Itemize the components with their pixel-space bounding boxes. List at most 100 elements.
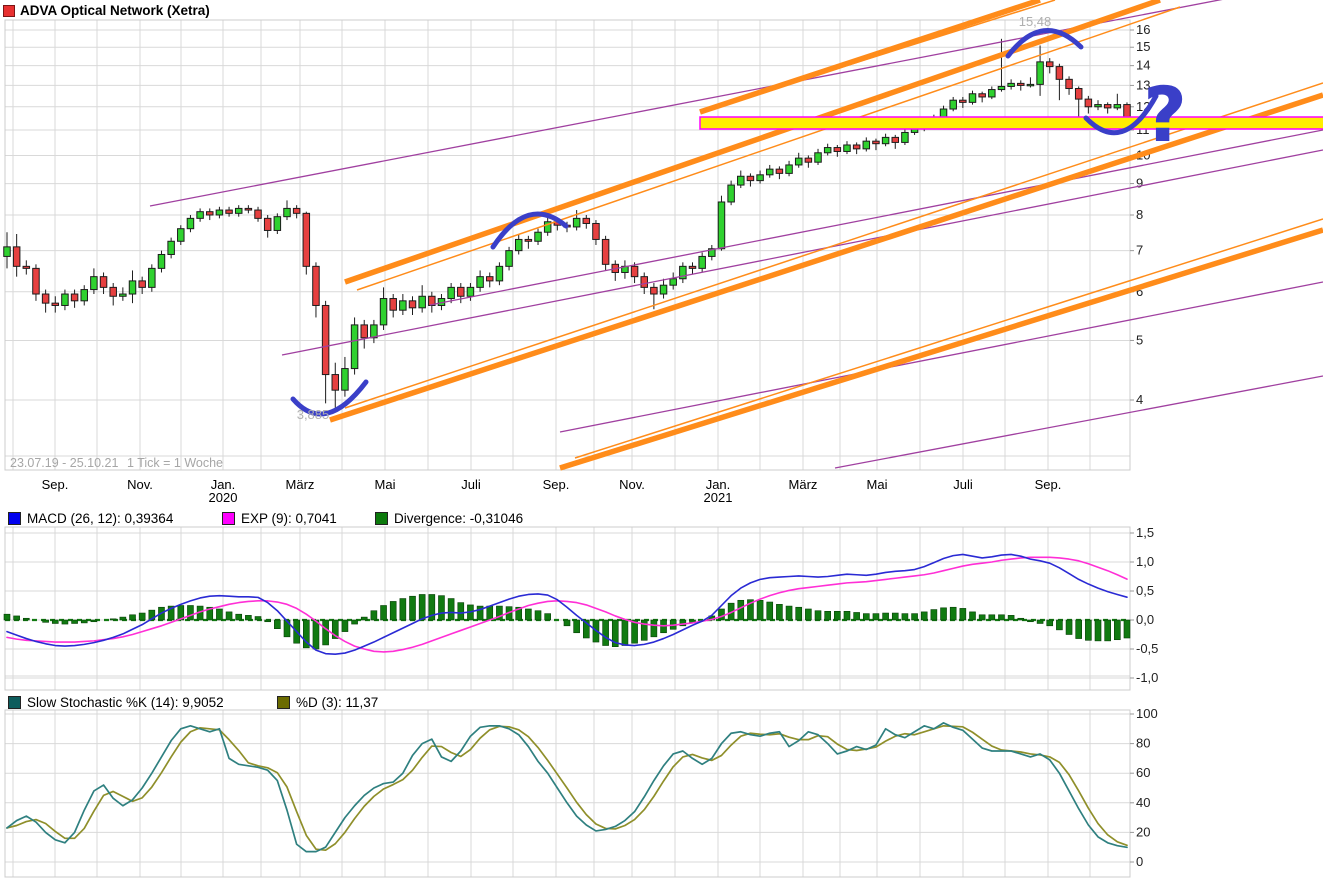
candlestick xyxy=(187,218,194,228)
divergence-bar xyxy=(4,614,10,620)
candlestick xyxy=(33,268,40,294)
macd-value-label: MACD (26, 12): 0,39364 xyxy=(27,511,173,526)
price-axis-label: 9 xyxy=(1136,176,1143,191)
candlestick xyxy=(52,303,59,305)
candlestick xyxy=(631,266,638,276)
candlestick xyxy=(805,158,812,162)
candlestick xyxy=(998,86,1005,89)
candlestick xyxy=(448,287,455,298)
divergence-bar xyxy=(323,620,329,645)
divergence-bar xyxy=(216,609,222,620)
divergence-bar xyxy=(1124,620,1130,638)
divergence-bar xyxy=(130,615,136,620)
stochastic-d-line xyxy=(7,726,1127,850)
macd-axis-label: 1,0 xyxy=(1136,554,1154,569)
candlestick xyxy=(110,287,117,296)
candlestick xyxy=(255,210,262,218)
divergence-bar xyxy=(825,611,831,620)
candlestick xyxy=(602,239,609,264)
divergence-bar xyxy=(525,609,531,620)
price-axis-label: 4 xyxy=(1136,392,1143,407)
x-axis-month-label: Nov. xyxy=(127,477,153,492)
divergence-bar xyxy=(274,620,280,629)
divergence-bar xyxy=(998,615,1004,620)
candlestick xyxy=(332,375,339,391)
orange-trendline-thick xyxy=(560,230,1323,468)
candlestick xyxy=(235,208,242,213)
candlestick xyxy=(120,294,127,296)
purple-trendline xyxy=(835,376,1323,468)
divergence-bar xyxy=(265,620,271,622)
candlestick xyxy=(1046,62,1053,67)
divergence-bar xyxy=(931,610,937,620)
chart-canvas[interactable]: 161514131211109876541,51,00,50,0-0,5-1,0… xyxy=(0,0,1323,890)
divergence-bar xyxy=(62,620,68,624)
stochastic-k-value-label: Slow Stochastic %K (14): 9,9052 xyxy=(27,695,224,710)
exp-legend-item[interactable]: EXP (9): 0,7041 xyxy=(222,511,337,526)
divergence-bar xyxy=(767,602,773,620)
divergence-bar xyxy=(419,594,425,620)
divergence-bar xyxy=(458,603,464,620)
price-axis-label: 15 xyxy=(1136,39,1150,54)
divergence-bar xyxy=(863,614,869,620)
orange-trendline-thin xyxy=(357,7,1180,290)
divergence-bar xyxy=(400,599,406,620)
candlestick xyxy=(467,287,474,296)
divergence-bar xyxy=(1085,620,1091,640)
candlestick xyxy=(583,218,590,223)
candlestick xyxy=(1095,105,1102,107)
candlestick xyxy=(882,137,889,143)
divergence-bar xyxy=(970,612,976,620)
date-range-label: 23.07.19 - 25.10.21 xyxy=(10,456,118,470)
divergence-bar xyxy=(255,617,261,620)
exp-value-label: EXP (9): 0,7041 xyxy=(241,511,337,526)
stochastic-axis-label: 40 xyxy=(1136,795,1150,810)
candlestick xyxy=(892,137,899,142)
macd-axis-label: -1,0 xyxy=(1136,670,1158,685)
candlestick xyxy=(1075,89,1082,100)
divergence-bar xyxy=(757,600,763,620)
divergence-bar xyxy=(1027,620,1033,622)
candlestick xyxy=(477,277,484,288)
stochastic-d-legend-item[interactable]: %D (3): 11,37 xyxy=(277,695,378,710)
panel-border xyxy=(5,710,1130,877)
divergence-bar xyxy=(361,617,367,620)
divergence-bar xyxy=(815,611,821,620)
candlestick xyxy=(71,294,78,301)
stochastic-k-legend-item[interactable]: Slow Stochastic %K (14): 9,9052 xyxy=(8,695,224,710)
x-axis-month-label: Nov. xyxy=(619,477,645,492)
candlestick xyxy=(1018,83,1025,85)
divergence-bar xyxy=(989,615,995,620)
divergence-legend-item[interactable]: Divergence: -0,31046 xyxy=(375,511,523,526)
candlestick xyxy=(979,94,986,97)
blue-annotation-curve xyxy=(1008,31,1081,56)
divergence-bar xyxy=(834,611,840,620)
candlestick xyxy=(409,301,416,308)
divergence-bar xyxy=(313,620,319,649)
divergence-bar xyxy=(651,620,657,637)
macd-swatch-icon xyxy=(8,512,21,525)
stochastic-d-swatch-icon xyxy=(277,696,290,709)
macd-line xyxy=(7,554,1127,654)
candlestick xyxy=(815,153,822,162)
macd-legend-item[interactable]: MACD (26, 12): 0,39364 xyxy=(8,511,173,526)
divergence-bar xyxy=(187,606,193,621)
candlestick xyxy=(902,132,909,142)
candlestick xyxy=(834,148,841,152)
divergence-bar xyxy=(342,620,348,632)
divergence-bar xyxy=(564,620,570,626)
candlestick xyxy=(13,247,19,266)
divergence-bar xyxy=(738,600,744,620)
divergence-bar xyxy=(72,620,78,623)
divergence-bar xyxy=(921,612,927,620)
candlestick xyxy=(216,210,223,215)
divergence-bar xyxy=(1095,620,1101,641)
divergence-bar xyxy=(1008,615,1014,620)
divergence-bar xyxy=(23,618,29,620)
divergence-bar xyxy=(371,611,377,620)
candlestick xyxy=(718,202,725,249)
candlestick xyxy=(284,208,291,216)
divergence-bar xyxy=(950,607,956,620)
divergence-bar xyxy=(1105,620,1111,641)
orange-trendline-thick xyxy=(345,0,1160,282)
